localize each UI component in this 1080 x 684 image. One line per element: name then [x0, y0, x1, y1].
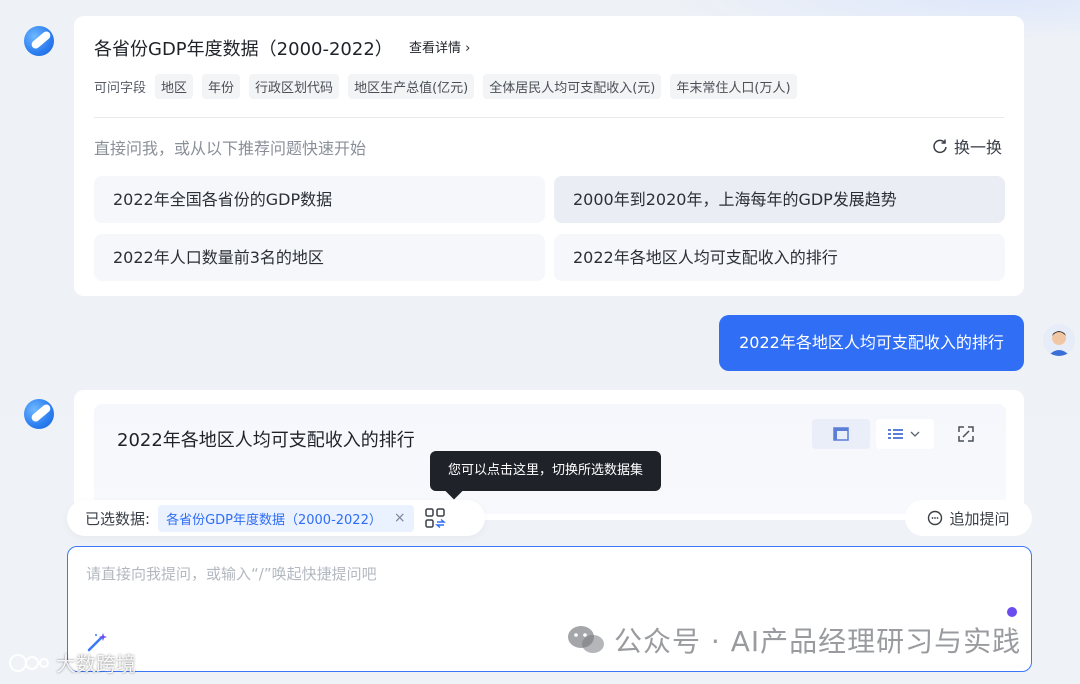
followup-question-button[interactable]: 追加提问	[905, 500, 1032, 536]
view-switcher	[812, 419, 934, 449]
fields-label: 可问字段	[94, 81, 147, 96]
selected-data-label: 已选数据:	[85, 509, 151, 528]
remove-dataset-button[interactable]: ×	[394, 510, 406, 526]
followup-label: 追加提问	[949, 509, 1010, 528]
brand-watermark: 大数跨境	[8, 648, 136, 677]
suggested-question[interactable]: 2022年全国各省份的GDP数据	[94, 176, 545, 223]
view-details-link[interactable]: 查看详情 ›	[409, 37, 470, 56]
refresh-icon	[933, 139, 947, 154]
watermark-text: 公众号 · AI产品经理研习与实践	[614, 625, 1022, 658]
field-tag: 全体居民人均可支配收入(元)	[483, 74, 662, 99]
field-tag: 年份	[202, 74, 241, 99]
field-tag: 行政区划代码	[249, 74, 340, 99]
chat-bubble-icon	[928, 510, 943, 526]
send-indicator[interactable]	[1007, 607, 1017, 617]
field-tag: 年末常住人口(万人)	[670, 74, 797, 99]
result-title: 2022年各地区人均可支配收入的排行	[117, 430, 415, 451]
question-input[interactable]	[86, 563, 986, 603]
field-tag: 地区生产总值(亿元)	[348, 74, 475, 99]
fields-row: 可问字段 地区 年份 行政区划代码 地区生产总值(亿元) 全体居民人均可支配收入…	[94, 74, 797, 99]
selected-dataset-name: 各省份GDP年度数据（2000-2022）	[166, 512, 382, 528]
brand-text: 大数跨境	[56, 652, 136, 676]
refresh-label: 换一换	[953, 138, 1002, 157]
user-avatar	[1043, 324, 1075, 356]
list-chevron-icon	[888, 429, 920, 439]
wechat-icon	[568, 626, 604, 653]
selected-dataset-chip: 各省份GDP年度数据（2000-2022） ×	[158, 504, 414, 532]
watermark: 公众号 · AI产品经理研习与实践	[566, 620, 1021, 660]
brand-logo-icon	[9, 653, 49, 672]
divider	[94, 117, 1004, 118]
suggested-question[interactable]: 2022年人口数量前3名的地区	[94, 234, 545, 281]
assistant-avatar	[24, 399, 54, 429]
table-view-button[interactable]	[812, 419, 870, 449]
selected-data-bar: 已选数据: 各省份GDP年度数据（2000-2022） ×	[67, 500, 485, 536]
dataset-title: 各省份GDP年度数据（2000-2022）	[94, 39, 393, 60]
suggested-question[interactable]: 2022年各地区人均可支配收入的排行	[554, 234, 1005, 281]
suggested-question[interactable]: 2000年到2020年，上海每年的GDP发展趋势	[554, 176, 1005, 223]
field-tag: 地区	[155, 74, 194, 99]
table-icon	[833, 427, 849, 441]
refresh-button[interactable]: 换一换	[932, 134, 1002, 158]
chart-type-dropdown[interactable]	[876, 419, 934, 449]
suggestion-hint: 直接问我，或从以下推荐问题快速开始	[94, 139, 367, 158]
dataset-card: 各省份GDP年度数据（2000-2022） 查看详情 › 可问字段 地区 年份 …	[74, 16, 1024, 296]
switch-dataset-icon[interactable]	[424, 507, 446, 529]
assistant-avatar	[24, 26, 54, 56]
switch-dataset-tooltip: 您可以点击这里，切换所选数据集	[430, 451, 661, 491]
user-message: 2022年各地区人均可支配收入的排行	[719, 315, 1024, 371]
expand-icon[interactable]	[957, 425, 975, 443]
